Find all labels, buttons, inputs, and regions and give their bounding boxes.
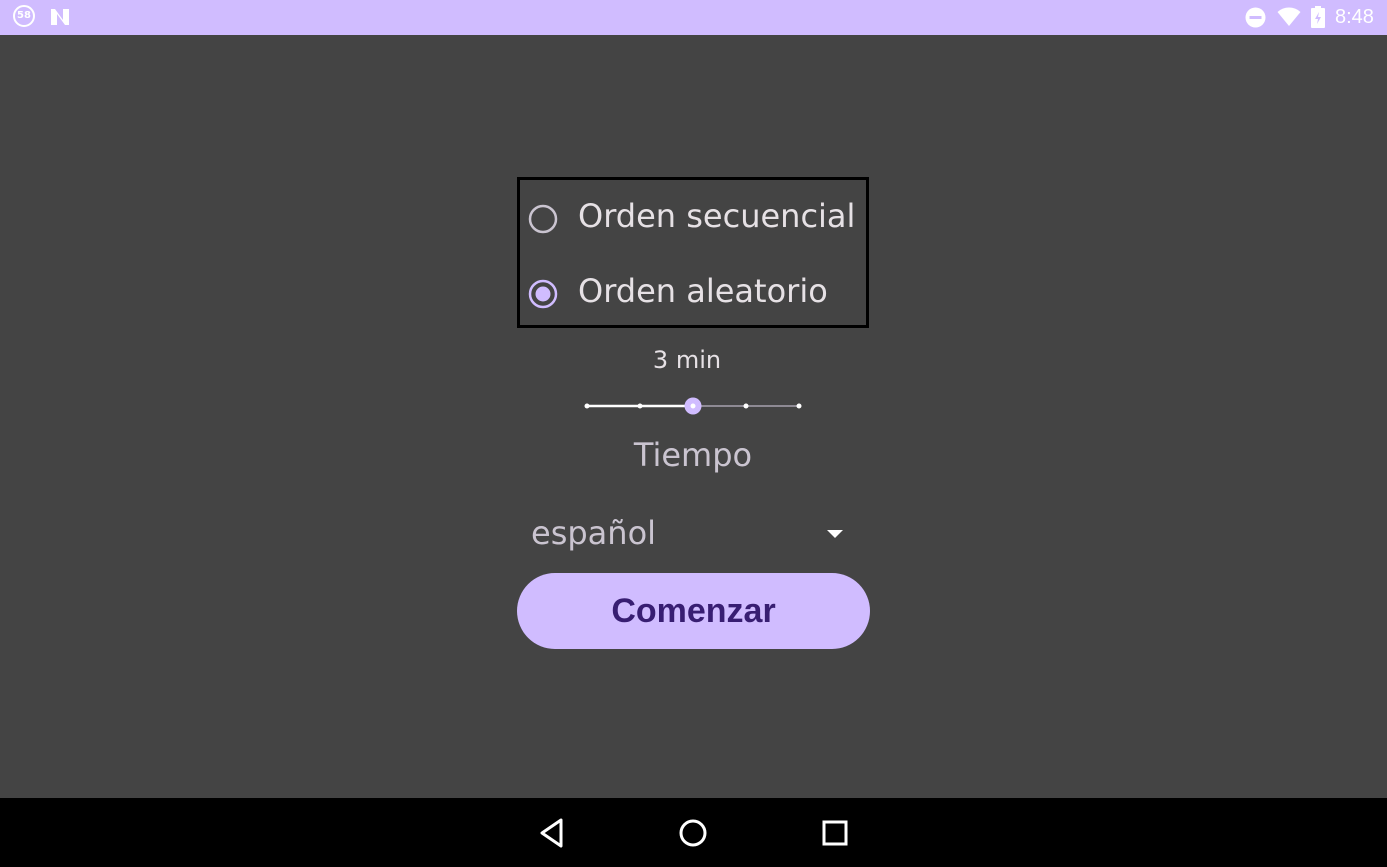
slider-value-label: 3 min [652,346,722,374]
comenzar-button[interactable]: Comenzar [517,573,870,649]
slider-tick [796,403,802,409]
tiempo-label: Tiempo [633,436,753,474]
spinner-selected-value: español [531,514,657,552]
status-time: 8:48 [1335,6,1374,28]
battery-icon [1311,6,1325,28]
slider-tick [637,403,643,409]
n-app-icon [51,9,69,25]
status-bar: 58 8:48 [0,0,1387,35]
slider-tick [743,403,749,409]
language-spinner[interactable]: español [517,505,869,565]
radio-orden-aleatorio[interactable]: Orden aleatorio [520,258,866,330]
radio-checked-icon [528,279,558,309]
do-not-disturb-icon [1245,7,1266,28]
back-icon[interactable] [531,812,573,854]
navigation-bar [0,798,1387,867]
dropdown-arrow-icon [827,530,843,538]
time-slider[interactable] [577,390,811,422]
slider-thumb[interactable] [684,397,702,415]
notification-badge-count: 58 [17,10,31,21]
radio-orden-secuencial[interactable]: Orden secuencial [520,183,866,255]
recents-icon[interactable] [814,812,856,854]
wifi-icon [1277,7,1301,26]
notification-badge-icon: 58 [13,5,35,27]
home-icon[interactable] [672,812,714,854]
radio-label-secuencial: Orden secuencial [578,197,856,235]
order-radio-group: Orden secuencial Orden aleatorio [517,177,869,328]
radio-label-aleatorio: Orden aleatorio [578,272,828,310]
slider-tick [584,403,590,409]
radio-unchecked-icon [528,204,558,234]
